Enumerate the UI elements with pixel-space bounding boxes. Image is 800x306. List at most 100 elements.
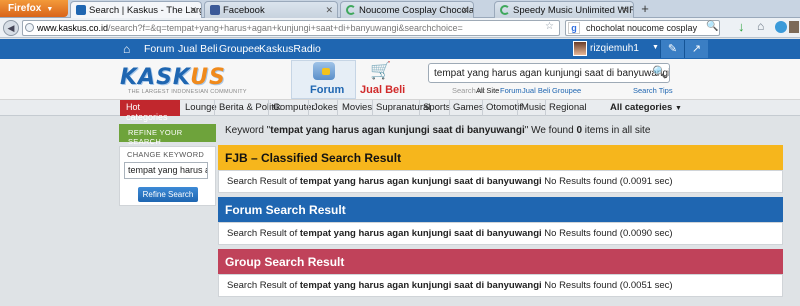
summary-suffix: items in all site	[582, 125, 651, 136]
forum-icon	[313, 62, 335, 80]
fjb-result-header: FJB – Classified Search Result	[218, 145, 783, 170]
nav-link-kaskusradio[interactable]: KaskusRadio	[259, 43, 321, 55]
bookmark-star-icon[interactable]: ☆	[545, 21, 554, 32]
category-lounge[interactable]: Lounge	[185, 102, 217, 113]
category-divider	[308, 100, 309, 116]
category-berita-politik[interactable]: Berita & Politik	[219, 102, 281, 113]
close-icon[interactable]: ✕	[325, 5, 333, 16]
all-categories-label: All categories	[610, 102, 673, 113]
change-keyword-input[interactable]: tempat yang harus agan	[124, 162, 208, 179]
site-search-value: tempat yang harus agan kunjungi saat di …	[434, 68, 670, 79]
kaskus-favicon-icon	[76, 5, 86, 15]
browser-tab-facebook[interactable]: Facebook ✕	[204, 1, 338, 18]
close-icon[interactable]: ✕	[189, 5, 197, 16]
logo-tagline: THE LARGEST INDONESIAN COMMUNITY	[128, 89, 247, 95]
google-search-engine-icon[interactable]: g	[568, 22, 580, 34]
jual-beli-label[interactable]: Jual Beli	[360, 84, 405, 96]
result-prefix: Search Result of	[227, 280, 300, 291]
group-result-header: Group Search Result	[218, 249, 783, 274]
browser-tab-kaskus[interactable]: Search | Kaskus - The Largest Indones...…	[70, 1, 202, 18]
result-keyword: tempat yang harus agan kunjungi saat di …	[299, 176, 542, 187]
search-tips-link[interactable]: Search Tips	[633, 86, 673, 95]
new-tab-plus-icon[interactable]: +	[636, 1, 654, 17]
category-divider	[545, 100, 546, 116]
browser-search-input[interactable]: chocholat noucome cosplay	[565, 20, 720, 36]
tab-title: Noucome Cosplay Chocolat Red Dres...	[359, 5, 474, 16]
chevron-down-icon: ▼	[674, 105, 682, 112]
close-icon[interactable]: ✕	[621, 5, 629, 16]
result-keyword: tempat yang harus agan kunjungi saat di …	[299, 280, 542, 291]
globe-icon	[25, 23, 34, 32]
url-host: www.kaskus.co.id	[37, 23, 109, 33]
nav-link-jual-beli[interactable]: Jual Beli	[178, 43, 218, 55]
change-keyword-label: CHANGE KEYWORD	[127, 150, 205, 159]
summary-keyword: tempat yang harus agan kunjungi saat di …	[270, 125, 525, 136]
category-games[interactable]: Games	[453, 102, 484, 113]
search-option-groupee[interactable]: Groupee	[552, 86, 581, 95]
category-divider	[482, 100, 483, 116]
addon-bag-icon[interactable]	[789, 21, 799, 33]
site-search-input[interactable]: tempat yang harus agan kunjungi saat di …	[428, 63, 670, 83]
tab-title: Search | Kaskus - The Largest Indones...	[89, 5, 201, 16]
browser-tab-noucome[interactable]: Noucome Cosplay Chocolat Red Dres... ✕	[340, 1, 474, 18]
category-regional[interactable]: Regional	[549, 102, 587, 113]
category-music[interactable]: Music	[521, 102, 546, 113]
url-path: /search?f=&q=tempat+yang+harus+agan+kunj…	[108, 23, 463, 33]
nav-link-forum[interactable]: Forum	[144, 43, 174, 55]
result-prefix: Search Result of	[227, 176, 300, 187]
search-option-all-site[interactable]: All Site	[476, 86, 499, 95]
firefox-menu-button[interactable]: Firefox ▼	[0, 0, 68, 17]
hot-categories-label: Hot categories	[120, 100, 180, 122]
summary-middle: " We found	[524, 125, 577, 136]
share-icon[interactable]: ↗	[684, 40, 708, 58]
category-sports[interactable]: Sports	[423, 102, 450, 113]
close-icon[interactable]: ✕	[461, 5, 469, 16]
tab-title: Speedy Music Unlimited WIFI.ID | Des...	[513, 5, 634, 16]
fjb-result-body: Search Result of tempat yang harus agan …	[218, 170, 783, 193]
category-divider	[214, 100, 215, 116]
category-divider	[419, 100, 420, 116]
group-result-body: Search Result of tempat yang harus agan …	[218, 274, 783, 297]
result-status: No Results found (0.0090 sec)	[541, 228, 673, 239]
forum-result-header: Forum Search Result	[218, 197, 783, 222]
back-arrow-icon[interactable]: ◀	[3, 20, 19, 36]
facebook-favicon-icon	[210, 5, 220, 15]
search-icon[interactable]: 🔍	[706, 21, 718, 32]
category-divider	[337, 100, 338, 116]
download-arrow-icon[interactable]: ↓	[738, 19, 745, 34]
addon-icon[interactable]	[775, 21, 787, 33]
search-option-jual-beli[interactable]: Jual Beli	[522, 86, 550, 95]
category-jokes[interactable]: Jokes	[313, 102, 338, 113]
loading-spinner-icon	[346, 5, 356, 15]
result-keyword: tempat yang harus agan kunjungi saat di …	[299, 228, 542, 239]
category-divider	[268, 100, 269, 116]
browser-search-value: chocholat noucome cosplay	[586, 23, 698, 33]
refine-search-button[interactable]: Refine Search	[138, 187, 198, 202]
chevron-down-icon[interactable]: ▼	[652, 44, 659, 51]
category-divider	[372, 100, 373, 116]
search-icon[interactable]: 🔍	[652, 65, 667, 79]
search-summary: Keyword "tempat yang harus agan kunjungi…	[225, 125, 650, 136]
edit-pencil-icon[interactable]: ✎	[660, 40, 684, 58]
tab-title: Facebook	[223, 5, 265, 16]
url-bar[interactable]: www.kaskus.co.id/search?f=&q=tempat+yang…	[22, 20, 560, 36]
browser-tab-speedy[interactable]: Speedy Music Unlimited WIFI.ID | Des... …	[494, 1, 634, 18]
shopping-cart-icon[interactable]: 🛒	[370, 62, 392, 80]
home-icon[interactable]: ⌂	[757, 19, 764, 33]
nav-link-groupee[interactable]: Groupee	[219, 43, 260, 55]
forum-result-body: Search Result of tempat yang harus agan …	[218, 222, 783, 245]
refine-search-header: REFINE YOUR SEARCH	[119, 124, 216, 146]
username[interactable]: rizqiemuh1	[590, 43, 639, 54]
chevron-down-icon: ▼	[46, 6, 54, 13]
kaskus-logo[interactable]: KASKUS	[120, 65, 226, 90]
category-movies[interactable]: Movies	[342, 102, 372, 113]
avatar[interactable]	[573, 41, 587, 56]
all-categories-dropdown[interactable]: All categories ▼	[610, 102, 682, 113]
firefox-label: Firefox	[8, 3, 42, 14]
result-prefix: Search Result of	[227, 228, 300, 239]
change-keyword-value: tempat yang harus agan	[128, 165, 207, 175]
logo-text-accent: US	[190, 65, 226, 90]
forum-label[interactable]: Forum	[310, 84, 344, 96]
search-option-forum[interactable]: Forum	[500, 86, 522, 95]
home-icon[interactable]: ⌂	[123, 42, 130, 56]
